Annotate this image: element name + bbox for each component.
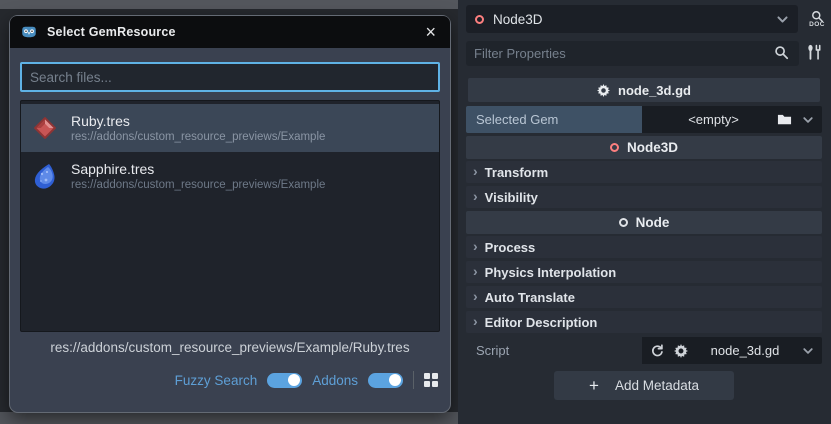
dialog-bottom-bar: Fuzzy Search Addons [175, 366, 438, 394]
search-input[interactable] [20, 62, 440, 92]
inspector-tools-icon[interactable] [806, 44, 823, 61]
node-type-dropdown[interactable]: Node3D [466, 5, 798, 33]
add-metadata-label: Add Metadata [614, 378, 699, 393]
node-icon [618, 218, 628, 227]
filter-properties-input[interactable] [466, 41, 799, 66]
resource-value: <empty> [688, 112, 739, 127]
plus-icon: + [589, 376, 599, 395]
group-transform[interactable]: › Transform [466, 161, 822, 183]
file-name: Ruby.tres [71, 113, 130, 129]
backdrop-top-strip [0, 0, 458, 9]
group-label: Process [484, 239, 536, 255]
fuzzy-search-toggle[interactable] [267, 372, 303, 388]
dialog-title: Select GemResource [47, 25, 176, 39]
property-label: Selected Gem [466, 106, 642, 133]
expand-arrow-icon: › [473, 263, 478, 279]
toggle-knob [288, 374, 301, 386]
file-list: Ruby.tres res://addons/custom_resource_p… [20, 100, 440, 332]
reload-icon [651, 343, 663, 356]
expand-arrow-icon: › [473, 188, 478, 204]
node3d-icon [609, 143, 619, 152]
fuzzy-search-label: Fuzzy Search [174, 372, 258, 388]
reload-script-button[interactable] [650, 343, 664, 358]
category-title: Node3D [626, 140, 678, 155]
file-name: Sapphire.tres [71, 161, 155, 177]
open-docs-button[interactable]: DOC [805, 4, 829, 34]
expand-arrow-icon: › [473, 238, 478, 254]
expand-arrow-icon: › [473, 288, 478, 304]
inspector-panel: Node3D DOC node_3d.gd Selected Gem <empt… [458, 0, 831, 424]
group-physics-interpolation[interactable]: › Physics Interpolation [466, 261, 822, 283]
script-section-header[interactable]: node_3d.gd [468, 78, 820, 102]
property-row-selected-gem: Selected Gem <empty> [466, 106, 822, 133]
category-title: Node [635, 215, 670, 230]
category-node3d: Node3D [466, 136, 822, 159]
selected-file-path: res://addons/custom_resource_previews/Ex… [50, 340, 410, 355]
script-picker-dropdown[interactable]: node_3d.gd [642, 337, 822, 364]
gear-icon [597, 83, 611, 97]
file-path: res://addons/custom_resource_previews/Ex… [71, 179, 326, 191]
close-icon[interactable]: × [421, 23, 440, 41]
group-process[interactable]: › Process [466, 236, 822, 258]
script-section-title: node_3d.gd [618, 82, 691, 98]
add-metadata-button[interactable]: + Add Metadata [554, 371, 734, 400]
script-settings-button[interactable] [674, 343, 688, 358]
sapphire-gem-icon [29, 160, 61, 192]
chevron-down-icon [803, 116, 813, 123]
group-auto-translate[interactable]: › Auto Translate [466, 286, 822, 308]
backdrop-bottom-strip [0, 412, 458, 424]
group-visibility[interactable]: › Visibility [466, 186, 822, 208]
dialog-titlebar[interactable]: Select GemResource × [10, 16, 450, 48]
script-value: node_3d.gd [710, 343, 780, 358]
select-gemresource-dialog: Select GemResource × Ruby [10, 16, 450, 412]
godot-logo-icon [20, 23, 38, 41]
group-label: Visibility [484, 189, 538, 205]
ruby-gem-icon [29, 112, 61, 144]
expand-arrow-icon: › [473, 313, 478, 329]
group-label: Editor Description [484, 314, 598, 330]
property-label: Script [476, 343, 510, 358]
doc-label: DOC [809, 21, 825, 28]
group-editor-description[interactable]: › Editor Description [466, 311, 822, 333]
node-type-label: Node3D [493, 11, 543, 27]
file-path: res://addons/custom_resource_previews/Ex… [71, 131, 326, 143]
list-item-sapphire[interactable]: Sapphire.tres res://addons/custom_resour… [21, 152, 439, 200]
chevron-down-icon [803, 347, 813, 354]
gear-icon [674, 343, 688, 358]
grid-view-icon[interactable] [424, 373, 438, 387]
resource-picker-dropdown[interactable]: <empty> [642, 106, 822, 133]
addons-toggle[interactable] [368, 372, 403, 388]
folder-icon[interactable] [777, 112, 792, 127]
addons-label: Addons [312, 372, 358, 388]
node3d-icon [475, 14, 484, 24]
group-label: Physics Interpolation [484, 264, 617, 280]
chevron-down-icon [777, 15, 788, 23]
group-label: Auto Translate [484, 289, 575, 305]
property-row-script: Script node_3d.gd [466, 337, 822, 364]
category-node: Node [466, 211, 822, 234]
divider [413, 371, 414, 389]
list-item-ruby[interactable]: Ruby.tres res://addons/custom_resource_p… [21, 104, 439, 152]
group-label: Transform [484, 164, 549, 180]
screenshot-root: Select GemResource × Ruby [0, 0, 831, 424]
expand-arrow-icon: › [473, 163, 478, 179]
toggle-knob [389, 374, 401, 386]
